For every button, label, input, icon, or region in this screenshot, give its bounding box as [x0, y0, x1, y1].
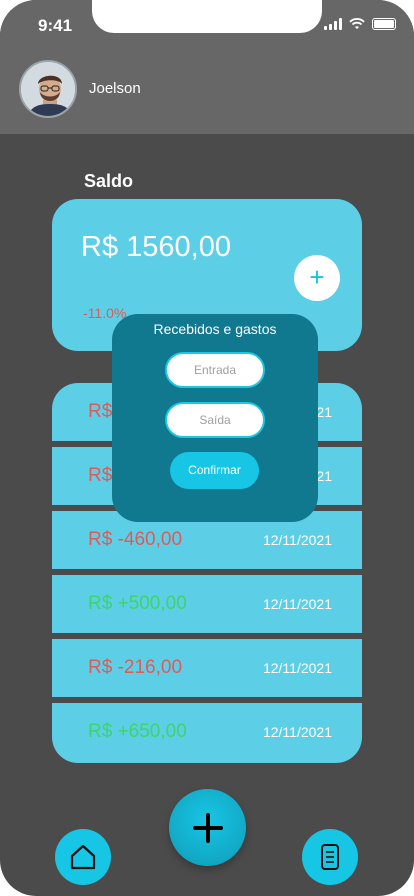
- notch: [92, 0, 322, 33]
- balance-heading: Saldo: [84, 171, 134, 191]
- confirm-button[interactable]: Confirmar: [170, 452, 259, 489]
- status-icons: [324, 18, 396, 30]
- transaction-amount: R$ +500,00: [88, 593, 187, 614]
- cellular-signal-icon: [324, 18, 342, 30]
- transaction-amount: R$: [88, 465, 113, 486]
- balance-value: R$ 1560,00: [81, 231, 231, 263]
- document-icon: [321, 844, 339, 870]
- transaction-row[interactable]: R$ -216,00 12/11/2021: [52, 639, 362, 697]
- transaction-date: 21: [316, 468, 332, 484]
- status-time: 9:41: [38, 16, 73, 35]
- transaction-date: 12/11/2021: [262, 596, 332, 612]
- transaction-date: 12/11/2021: [262, 532, 332, 548]
- income-expense-modal: Recebidos e gastos Entrada Saída Confirm…: [112, 314, 318, 522]
- home-icon: [70, 844, 96, 870]
- profile-header: 9:41 Joelson: [0, 0, 414, 134]
- phone-screen: 9:41 Joelson Saldo R$ 1560,00 -11.0% + R…: [0, 0, 414, 896]
- balance-change-percent: -11.0%: [83, 305, 127, 321]
- saida-input[interactable]: Saída: [165, 402, 265, 438]
- transaction-row[interactable]: R$ +650,00 12/11/2021: [52, 703, 362, 763]
- transaction-row[interactable]: R$ +500,00 12/11/2021: [52, 575, 362, 633]
- entrada-input[interactable]: Entrada: [165, 352, 265, 388]
- home-nav-button[interactable]: [55, 829, 111, 885]
- transaction-amount: R$ -216,00: [88, 657, 183, 678]
- wifi-icon: [349, 18, 365, 29]
- add-floating-button[interactable]: [169, 789, 246, 866]
- transaction-date: 12/11/2021: [262, 660, 332, 676]
- transaction-amount: R$ -460,00: [88, 529, 183, 550]
- report-nav-button[interactable]: [302, 829, 358, 885]
- add-transaction-button[interactable]: +: [294, 255, 340, 301]
- transaction-date: 12/11/2021: [262, 724, 332, 740]
- transaction-date: 21: [316, 404, 332, 420]
- plus-icon: [192, 812, 223, 843]
- avatar-image: [21, 62, 75, 116]
- transaction-amount: R$ +650,00: [88, 721, 187, 742]
- avatar[interactable]: [19, 60, 77, 118]
- battery-icon: [372, 18, 396, 30]
- transaction-amount: R$: [88, 401, 113, 422]
- modal-title: Recebidos e gastos: [153, 321, 277, 337]
- user-name: Joelson: [89, 80, 141, 97]
